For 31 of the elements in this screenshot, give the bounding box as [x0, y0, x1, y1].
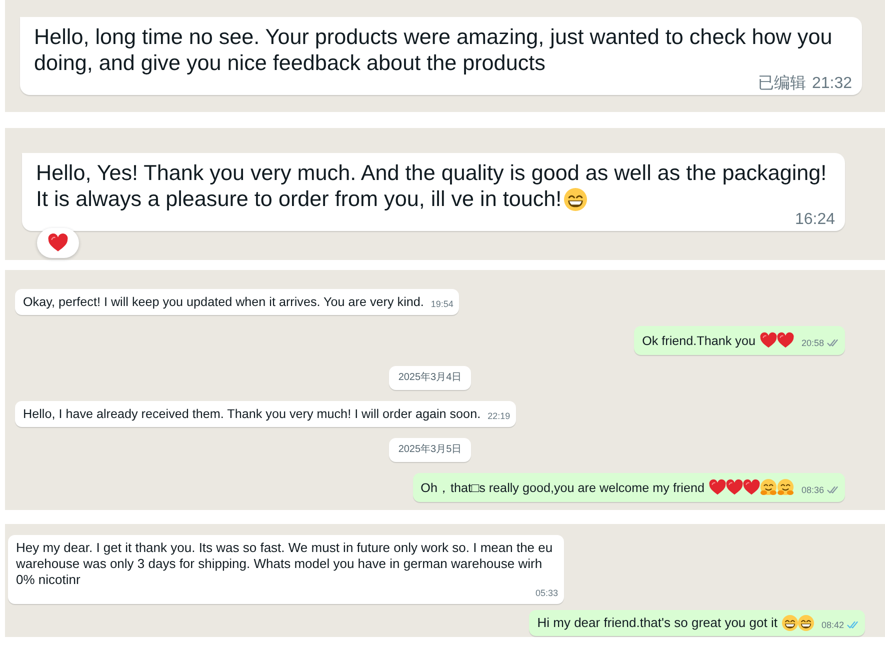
message-text: Hi my dear friend.that's so great you got it [537, 615, 778, 631]
heart-icon [743, 479, 760, 496]
date-separator: 2025年3月5日 [389, 438, 471, 462]
message-text: Hey my dear. I get it thank you. Its was so fast. We must in future only work so. I mean the eu warehouse was only 3 days for shipping. Whats model you have in german warehouse wirh 0% nicotinr [16, 540, 554, 588]
message-time: 19:54 [430, 299, 454, 310]
heart-icon [777, 332, 794, 349]
edited-label: 已编辑 [758, 76, 806, 92]
heart-reaction-icon[interactable] [37, 228, 79, 258]
grinning-face-icon [564, 188, 587, 210]
grinning-face-icon [782, 615, 798, 631]
grinning-face-icon [798, 615, 814, 631]
heart-icon [760, 332, 778, 349]
message-time: 22:19 [488, 411, 510, 422]
date-separator: 2025年3月4日 [389, 366, 471, 390]
message-text: Hello, I have already received them. Thank you very much! I will order again soon. [23, 406, 481, 422]
heart-icon [726, 479, 744, 496]
hugging-face-icon [777, 479, 794, 496]
message-time: 08:36 [801, 485, 824, 496]
heart-icon [709, 479, 726, 496]
message-text: Hello, Yes! Thank you very much. And the quality is good as well as the packaging! [36, 160, 828, 186]
message-text: Hello, long time no see. Your products were amazing, just wanted to check how you doing, and give you nice feedback about the products [34, 24, 834, 75]
hugging-face-icon [760, 479, 778, 496]
message-text: Ok friend.Thank you [642, 332, 756, 348]
message-text: Oh，that□s really good,you are welcome my friend [420, 480, 704, 496]
message-text: Okay, perfect! I will keep you updated when it arrives. You are very kind. [23, 294, 424, 310]
message-text: It is always a pleasure to order from you, ill ve in touch! [36, 186, 562, 212]
message-time: 21:32 [812, 76, 852, 92]
message-time: 08:42 [821, 620, 844, 631]
message-time: 05:33 [535, 588, 558, 599]
message-time: 16:24 [794, 212, 835, 228]
message-time: 20:58 [801, 338, 824, 349]
